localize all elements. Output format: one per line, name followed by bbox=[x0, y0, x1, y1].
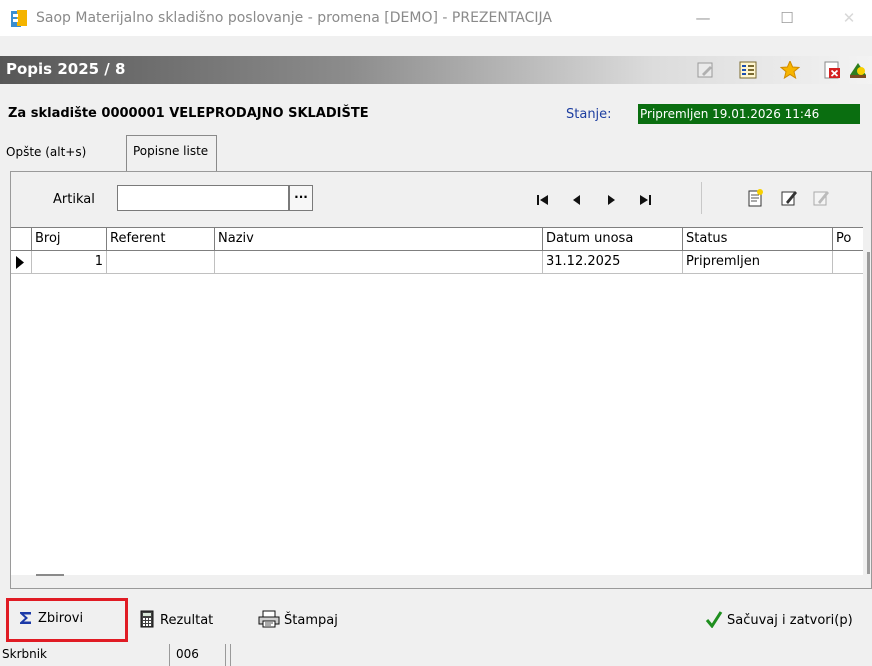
printer-icon bbox=[258, 610, 280, 628]
artikal-input[interactable] bbox=[117, 185, 289, 211]
tab-inventory-lists[interactable]: Popisne liste bbox=[126, 135, 218, 171]
column-header-naziv[interactable]: Naziv bbox=[214, 228, 542, 251]
cell-naziv[interactable] bbox=[214, 251, 542, 274]
delete-icon[interactable] bbox=[822, 61, 842, 79]
cell-referent[interactable] bbox=[106, 251, 214, 274]
calculator-icon bbox=[140, 610, 154, 628]
column-header-datum-unosa[interactable]: Datum unosa bbox=[542, 228, 682, 251]
tab-general[interactable]: Opšte (alt+s) bbox=[6, 145, 86, 159]
artikal-label: Artikal bbox=[53, 192, 95, 207]
current-row-icon bbox=[16, 256, 24, 269]
state-value: Pripremljen 19.01.2026 11:46 bbox=[638, 104, 860, 124]
exit-icon[interactable] bbox=[848, 61, 868, 79]
table-row[interactable]: 1 31.12.2025 Pripremljen bbox=[11, 251, 863, 274]
edit-icon[interactable] bbox=[696, 61, 716, 79]
inventory-lists-panel: Artikal ··· Broj Referent Naziv Datum un… bbox=[10, 171, 872, 589]
grid-vertical-scrollbar[interactable] bbox=[867, 252, 870, 574]
cell-broj[interactable]: 1 bbox=[31, 251, 106, 274]
status-message bbox=[230, 644, 872, 666]
window-title: Saop Materijalno skladišno poslovanje - … bbox=[36, 10, 552, 26]
status-code: 006 bbox=[174, 644, 226, 666]
prev-icon[interactable] bbox=[567, 190, 587, 210]
stampaj-label: Štampaj bbox=[284, 613, 338, 628]
zbirovi-button[interactable]: Zbirovi bbox=[18, 610, 83, 634]
status-bar: Skrbnik 006 bbox=[0, 642, 872, 666]
grid-header: Broj Referent Naziv Datum unosa Status P… bbox=[11, 228, 863, 251]
cell-datum-unosa[interactable]: 31.12.2025 bbox=[542, 251, 682, 274]
list-icon[interactable] bbox=[738, 61, 758, 79]
maximize-button[interactable]: ☐ bbox=[764, 4, 810, 32]
first-icon[interactable] bbox=[533, 190, 553, 210]
app-logo-icon bbox=[11, 10, 27, 27]
document-header-bar: Popis 2025 / 8 bbox=[0, 56, 872, 84]
save-close-button[interactable]: Sačuvaj i zatvori(p) bbox=[705, 610, 853, 634]
state-label: Stanje: bbox=[566, 107, 612, 122]
window-titlebar: Saop Materijalno skladišno poslovanje - … bbox=[0, 0, 872, 36]
last-icon[interactable] bbox=[635, 190, 655, 210]
next-icon[interactable] bbox=[601, 190, 621, 210]
toolbar-separator bbox=[701, 182, 702, 214]
stampaj-button[interactable]: Štampaj bbox=[258, 610, 338, 634]
inventory-lists-grid: Broj Referent Naziv Datum unosa Status P… bbox=[11, 227, 863, 575]
rezultat-button[interactable]: Rezultat bbox=[138, 610, 213, 634]
edit-disabled-icon[interactable] bbox=[811, 188, 831, 208]
minimize-button[interactable]: — bbox=[680, 4, 726, 32]
column-header-broj[interactable]: Broj bbox=[31, 228, 106, 251]
star-icon[interactable] bbox=[780, 61, 800, 79]
edit-doc-icon[interactable] bbox=[779, 188, 799, 208]
zbirovi-label: Zbirovi bbox=[38, 611, 84, 626]
rezultat-label: Rezultat bbox=[160, 613, 214, 628]
warehouse-label: Za skladište 0000001 VELEPRODAJNO SKLADI… bbox=[8, 106, 369, 121]
column-header-po[interactable]: Po bbox=[832, 228, 863, 251]
new-doc-icon[interactable] bbox=[745, 188, 765, 208]
indicator-column-header bbox=[11, 228, 31, 251]
sigma-icon bbox=[20, 612, 31, 624]
save-close-label: Sačuvaj i zatvori(p) bbox=[727, 613, 853, 628]
checkmark-icon bbox=[705, 611, 723, 629]
bottom-button-bar: Zbirovi Rezultat Štampaj Sačuvaj i zatvo… bbox=[0, 598, 872, 642]
cell-po[interactable] bbox=[832, 251, 863, 274]
document-title: Popis 2025 / 8 bbox=[6, 60, 126, 78]
cell-status[interactable]: Pripremljen bbox=[682, 251, 832, 274]
grid-footer-mark bbox=[36, 574, 64, 576]
column-header-referent[interactable]: Referent bbox=[106, 228, 214, 251]
column-header-status[interactable]: Status bbox=[682, 228, 832, 251]
close-button[interactable]: ✕ bbox=[826, 4, 872, 32]
status-user: Skrbnik bbox=[0, 644, 170, 666]
artikal-lookup-button[interactable]: ··· bbox=[289, 185, 313, 211]
